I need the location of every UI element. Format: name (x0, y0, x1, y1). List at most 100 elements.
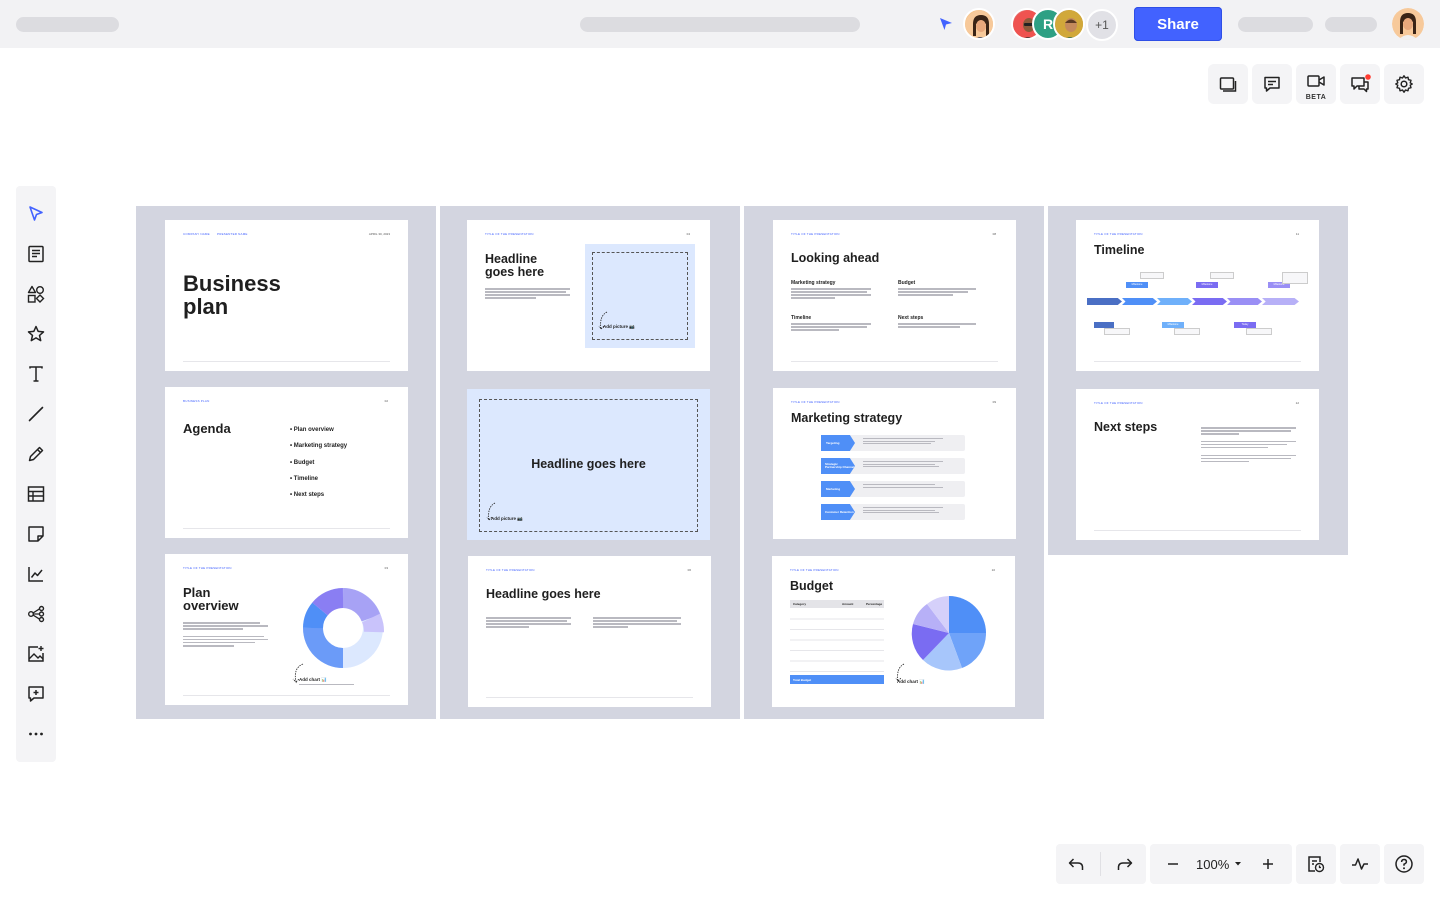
board-name-placeholder[interactable] (16, 17, 119, 32)
budget-table: Category Amount Percentage Total Budget (790, 600, 884, 684)
pen-tool[interactable] (24, 442, 48, 466)
timeline-note (1104, 328, 1130, 335)
text-tool[interactable] (24, 362, 48, 386)
line-icon (28, 406, 44, 422)
sticky-note-tool[interactable] (24, 522, 48, 546)
cursor-tool[interactable] (24, 202, 48, 226)
slide-tag: TITLE OF THE PRESENTATION (485, 232, 534, 236)
title-line: Business (183, 271, 281, 296)
menu-placeholder[interactable] (1238, 17, 1313, 32)
sticker-tool[interactable] (24, 322, 48, 346)
donut-chart (303, 588, 384, 668)
table-body (790, 609, 884, 675)
title-line: overview (183, 598, 239, 613)
board-history-button[interactable] (1304, 852, 1328, 876)
comments-button[interactable] (1252, 64, 1292, 104)
templates-icon (28, 245, 44, 263)
slide-tag: TITLE OF THE PRESENTATION (1094, 232, 1143, 236)
slide-tag: TITLE OF THE PRESENTATION (791, 232, 840, 236)
slide-business-plan[interactable]: COMPANY NAME PRESENTER NAME APRIL 30, 20… (165, 220, 408, 371)
help-group (1384, 844, 1424, 884)
gear-icon (1395, 75, 1413, 93)
slide-page-number: 11 (1295, 232, 1299, 236)
chevron-down-icon (1235, 862, 1242, 866)
undo-icon (1068, 858, 1084, 870)
extra-collaborators-badge[interactable]: +1 (1086, 9, 1118, 41)
chat-button[interactable] (1340, 64, 1380, 104)
more-tools[interactable] (24, 722, 48, 746)
chart-tool[interactable] (24, 562, 48, 586)
slide-page-number: 10 (991, 568, 995, 572)
strategy-stage: Strategic Partnership Channel (821, 458, 855, 474)
slide-tag: BUSINESS PLAN (183, 399, 210, 403)
slide-marketing-strategy[interactable]: TITLE OF THE PRESENTATION 09 Marketing s… (773, 388, 1016, 539)
activity-button[interactable] (1348, 852, 1372, 876)
body-text (183, 622, 268, 648)
slide-budget[interactable]: TITLE OF THE PRESENTATION 10 Budget Cate… (772, 556, 1015, 707)
zoom-out-button[interactable] (1161, 852, 1185, 876)
share-button[interactable]: Share (1134, 7, 1222, 41)
slide-title: Business plan (183, 272, 281, 318)
undo-button[interactable] (1064, 852, 1088, 876)
chat-icon (1351, 74, 1371, 93)
line-tool[interactable] (24, 402, 48, 426)
timeline-marker: Milestone (1126, 282, 1148, 288)
image-tool[interactable] (24, 642, 48, 666)
timeline-note (1140, 272, 1164, 279)
zoom-level: 100% (1196, 856, 1230, 872)
slide-agenda[interactable]: BUSINESS PLAN 02 Agenda • Plan overview … (165, 387, 408, 538)
slide-plan-overview[interactable]: TITLE OF THE PRESENTATION 03 Plan overvi… (165, 554, 408, 705)
plus-icon (1263, 859, 1273, 869)
slide-looking-ahead[interactable]: TITLE OF THE PRESENTATION 08 Looking ahe… (773, 220, 1016, 371)
section-heading: Budget (898, 280, 916, 286)
slide-timeline[interactable]: TITLE OF THE PRESENTATION 11 Timeline Mi… (1076, 220, 1319, 371)
redo-button[interactable] (1113, 852, 1137, 876)
help-button[interactable] (1392, 852, 1416, 876)
collaborator-avatar[interactable] (1053, 8, 1085, 40)
profile-avatar[interactable] (1392, 8, 1424, 40)
slide-title: Headline goes here (486, 587, 601, 601)
star-icon (27, 325, 45, 342)
slide-title: Headline goes here (531, 457, 646, 471)
slide-headline-blue[interactable]: Headline goes here Add picture 📷 (467, 389, 710, 540)
pointer-icon[interactable] (938, 16, 954, 32)
title-line: goes here (485, 265, 545, 279)
slide-title: Agenda (183, 421, 231, 436)
settings-button[interactable] (1384, 64, 1424, 104)
presenter-name: PRESENTER NAME (217, 232, 248, 236)
mindmap-icon (28, 605, 45, 623)
mindmap-tool[interactable] (24, 602, 48, 626)
table-tool[interactable] (24, 482, 48, 506)
table-header: Category Amount Percentage (790, 600, 884, 608)
comment-add-tool[interactable] (24, 682, 48, 706)
slide-date: APRIL 30, 2023 (368, 232, 390, 236)
slide-title: Looking ahead (791, 251, 880, 265)
slide-headline-picture[interactable]: TITLE OF THE PRESENTATION 04 Headline go… (467, 220, 710, 371)
left-toolbar (16, 186, 56, 762)
slide-next-steps[interactable]: TITLE OF THE PRESENTATION 12 Next steps (1076, 389, 1319, 540)
avatar[interactable] (963, 8, 995, 40)
extra-collaborators-count: +1 (1095, 18, 1109, 32)
stage-text (863, 438, 943, 446)
agenda-item: • Marketing strategy (290, 443, 348, 449)
marker-label: Milestone (1201, 283, 1213, 286)
frames-button[interactable] (1208, 64, 1248, 104)
templates-tool[interactable] (24, 242, 48, 266)
table-header-cell: Amount (842, 602, 854, 606)
picture-placeholder[interactable]: Add picture 📷 (585, 244, 695, 348)
section-text (791, 323, 871, 332)
agenda-item: • Next steps (290, 492, 325, 498)
slide-page-number: 03 (384, 566, 388, 570)
video-button[interactable]: BETA (1296, 64, 1336, 104)
zoom-in-button[interactable] (1256, 852, 1280, 876)
strategy-stage: Customer Retention (821, 504, 855, 520)
slide-tag: TITLE OF THE PRESENTATION (791, 400, 840, 404)
slide-headline-text[interactable]: TITLE OF THE PRESENTATION 06 Headline go… (468, 556, 711, 707)
slide-footer-line (1094, 361, 1301, 362)
shapes-icon (27, 285, 45, 303)
zoom-level-dropdown[interactable]: 100% (1196, 855, 1242, 873)
slide-page-number: 04 (686, 232, 690, 236)
menu-placeholder[interactable] (1325, 17, 1377, 32)
shapes-tool[interactable] (24, 282, 48, 306)
timeline-segment (1087, 298, 1122, 305)
